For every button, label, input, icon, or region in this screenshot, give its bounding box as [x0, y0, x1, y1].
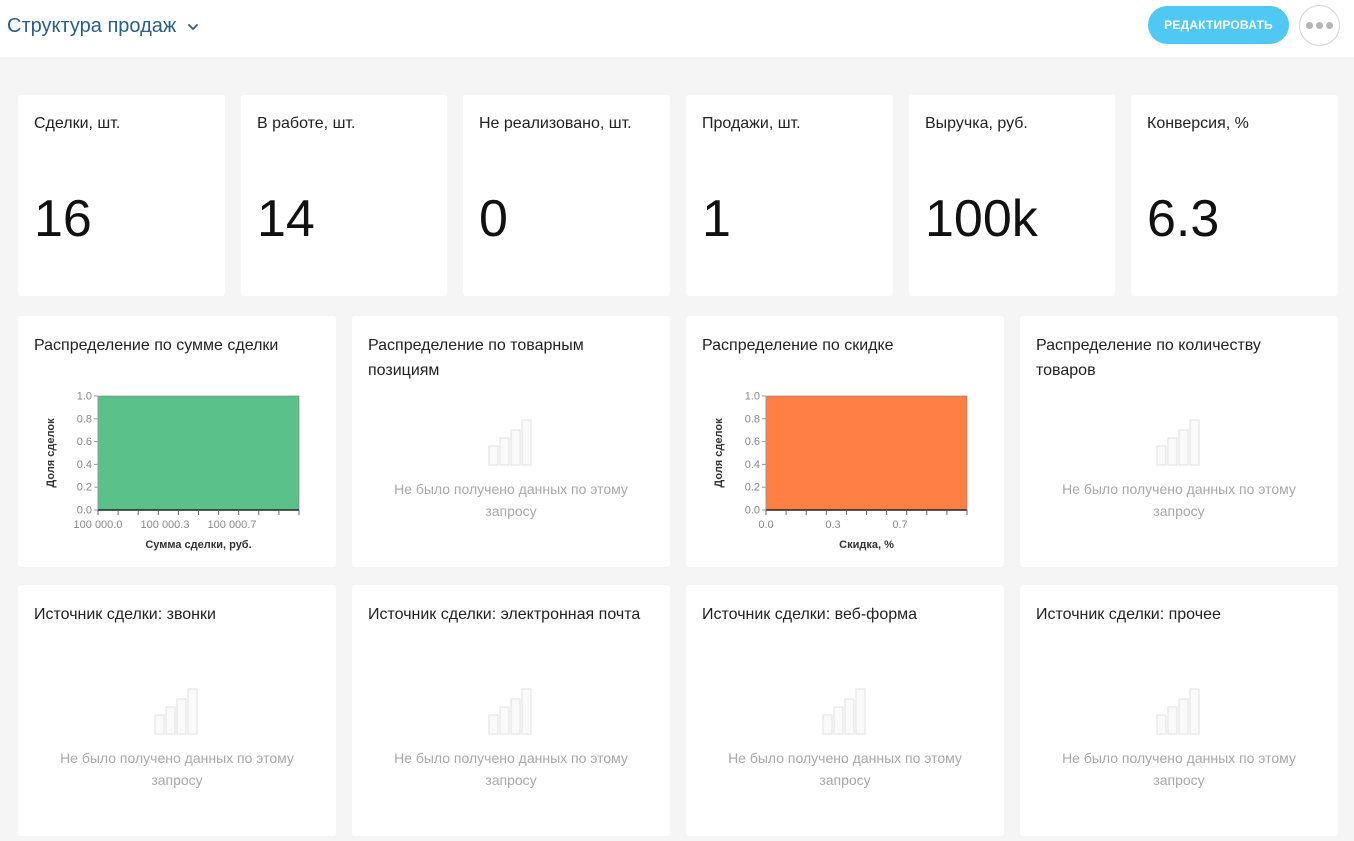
empty-text: Не было получено данных по этому запросу: [60, 750, 294, 788]
discount-histogram: 1.0 0.8 0.6 0.4 0.2 0.0 0.0 0.3 0.7 Скидка, % Доля…: [713, 391, 968, 551]
y-tick-label: 0.8: [745, 413, 760, 425]
empty-state: Не было получено данных по этому запросу: [352, 418, 670, 522]
y-tick-label: 0.4: [77, 459, 92, 471]
y-tick-label: 0.4: [745, 459, 760, 471]
kpi-label: Продажи, шт.: [702, 115, 801, 132]
source-card-email: Источник сделки: электронная почта Не бы…: [352, 585, 670, 836]
empty-text: Не было получено данных по этому запросу: [394, 481, 628, 519]
empty-state: Не было получено данных по этому запросу: [686, 687, 1004, 791]
page-title: Структура продаж: [7, 15, 177, 37]
y-axis-label: Доля сделок: [45, 418, 57, 488]
bar-chart-icon: [154, 688, 198, 735]
kpi-label: Выручка, руб.: [925, 115, 1028, 132]
more-dots-icon: [1306, 22, 1313, 29]
x-tick-label: 0.7: [892, 519, 907, 531]
y-tick-label: 0.8: [77, 413, 92, 425]
x-axis-label: Сумма сделки, руб.: [145, 539, 251, 551]
kpi-card-sales: Продажи, шт. 1: [686, 95, 893, 296]
kpi-value: 6.3: [1147, 190, 1220, 248]
card-title: Источник сделки: веб-форма: [702, 606, 918, 623]
more-dots-icon-part: [1316, 22, 1323, 29]
chart-card-product-items: Распределение по товарным позициям Не бы…: [352, 316, 670, 567]
kpi-value: 14: [257, 190, 315, 248]
y-tick-label: 1.0: [77, 391, 92, 403]
card-title: Источник сделки: электронная почта: [368, 606, 641, 623]
empty-text: Не было получено данных по этому запросу: [728, 750, 962, 788]
bar-chart-icon: [488, 419, 532, 466]
bar-chart-icon: [1156, 688, 1200, 735]
source-card-calls: Источник сделки: звонки Не было получено…: [18, 585, 336, 836]
empty-text: Не было получено данных по этому запросу: [394, 750, 628, 788]
x-axis-label: Скидка, %: [839, 539, 894, 551]
kpi-label: Конверсия, %: [1147, 115, 1249, 132]
x-tick-label: 100 000.7: [208, 519, 257, 531]
x-tick-label: 0.0: [758, 519, 773, 531]
chevron-down-icon: [188, 23, 199, 30]
kpi-label: Не реализовано, шт.: [479, 115, 632, 132]
kpi-label: Сделки, шт.: [34, 115, 121, 132]
edit-button[interactable]: РЕДАКТИРОВАТЬ: [1148, 6, 1289, 44]
kpi-label: В работе, шт.: [257, 115, 356, 132]
empty-text: Не было получено данных по этому запросу: [1062, 750, 1296, 788]
y-tick-label: 0.0: [77, 505, 92, 517]
header-bar: Структура продаж РЕДАКТИРОВАТЬ: [0, 0, 1354, 57]
dashboard-selector[interactable]: Структура продаж: [7, 15, 200, 38]
empty-state: Не было получено данных по этому запросу: [1020, 687, 1338, 791]
more-dots-icon-part: [1326, 22, 1333, 29]
bar-chart-icon: [822, 688, 866, 735]
bar-chart-icon: [1156, 419, 1200, 466]
histogram-bar: [97, 395, 300, 511]
card-title: Распределение по количеству товаров: [1036, 337, 1261, 379]
card-title: Источник сделки: прочее: [1036, 606, 1221, 623]
empty-state: Не было получено данных по этому запросу: [18, 687, 336, 791]
kpi-card-in-progress: В работе, шт. 14: [241, 95, 447, 296]
y-axis-label: Доля сделок: [713, 418, 725, 488]
more-options-button[interactable]: [1299, 5, 1340, 46]
bar-chart-icon: [488, 688, 532, 735]
kpi-card-revenue: Выручка, руб. 100k: [909, 95, 1115, 296]
empty-state: Не было получено данных по этому запросу: [1020, 418, 1338, 522]
kpi-value: 1: [702, 190, 731, 248]
y-tick-label: 1.0: [745, 391, 760, 403]
y-tick-label: 0.0: [745, 505, 760, 517]
histogram-bar: [765, 395, 968, 511]
kpi-value: 0: [479, 190, 508, 248]
empty-text: Не было получено данных по этому запросу: [1062, 481, 1296, 519]
source-card-other: Источник сделки: прочее Не было получено…: [1020, 585, 1338, 836]
x-tick-label: 0.3: [825, 519, 840, 531]
card-title: Источник сделки: звонки: [34, 606, 216, 623]
kpi-value: 100k: [925, 190, 1038, 248]
kpi-card-deals: Сделки, шт. 16: [18, 95, 225, 296]
empty-state: Не было получено данных по этому запросу: [352, 687, 670, 791]
card-title: Распределение по товарным позициям: [368, 337, 584, 379]
kpi-card-conversion: Конверсия, % 6.3: [1131, 95, 1338, 296]
y-tick-label: 0.2: [77, 482, 92, 494]
y-tick-label: 0.2: [745, 482, 760, 494]
kpi-card-not-realized: Не реализовано, шт. 0: [463, 95, 670, 296]
x-tick-label: 100 000.3: [141, 519, 190, 531]
y-tick-label: 0.6: [745, 436, 760, 448]
kpi-value: 16: [34, 190, 92, 248]
x-tick-label: 100 000.0: [74, 519, 123, 531]
source-card-webform: Источник сделки: веб-форма Не было получ…: [686, 585, 1004, 836]
chart-card-deal-amount: Распределение по сумме сделки 1.0 0.8 0.6 0…: [18, 316, 336, 567]
chart-card-quantity: Распределение по количеству товаров Не б…: [1020, 316, 1338, 567]
deal-amount-histogram: 1.0 0.8 0.6 0.4 0.2 0.0 100 000.0 100 000.3 100 …: [45, 391, 300, 551]
y-tick-label: 0.6: [77, 436, 92, 448]
chart-card-discount: Распределение по скидке 1.0 0.8 0.6 0.4 0.2 0…: [686, 316, 1004, 567]
